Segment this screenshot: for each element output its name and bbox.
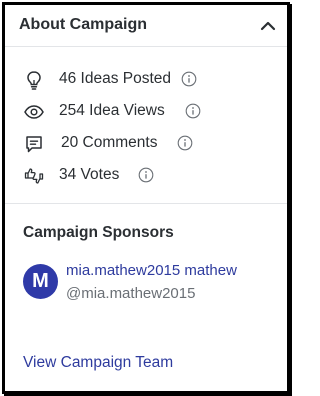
info-icon[interactable] (138, 167, 154, 183)
avatar[interactable]: M (23, 264, 58, 299)
info-icon[interactable] (181, 71, 197, 87)
stat-votes: 34 Votes (23, 164, 273, 186)
stat-label: 34 Votes (59, 166, 120, 183)
sponsor-name-link[interactable]: mia.mathew2015 mathew (66, 262, 237, 279)
stat-label: 20 Comments (61, 134, 158, 151)
chevron-up-icon[interactable] (257, 15, 279, 37)
lightbulb-icon (23, 69, 45, 90)
stat-label: 46 Ideas Posted (59, 70, 172, 87)
info-icon[interactable] (185, 103, 201, 119)
info-icon[interactable] (177, 135, 193, 151)
sponsor-handle: @mia.mathew2015 (66, 285, 196, 302)
stat-idea-views: 254 Idea Views (23, 100, 273, 122)
about-campaign-panel: About Campaign 46 Ideas Posted 254 Idea … (2, 2, 290, 394)
stat-comments: 20 Comments (23, 132, 273, 154)
comment-icon (23, 133, 45, 153)
view-campaign-team-link[interactable]: View Campaign Team (23, 354, 173, 372)
thumbs-icon (23, 165, 45, 185)
sponsors-heading: Campaign Sponsors (23, 224, 174, 241)
section-divider (5, 203, 287, 204)
eye-icon (23, 101, 45, 121)
panel-title: About Campaign (19, 16, 147, 33)
panel-header[interactable]: About Campaign (5, 5, 287, 47)
stat-ideas-posted: 46 Ideas Posted (23, 68, 273, 90)
stat-label: 254 Idea Views (59, 102, 165, 119)
